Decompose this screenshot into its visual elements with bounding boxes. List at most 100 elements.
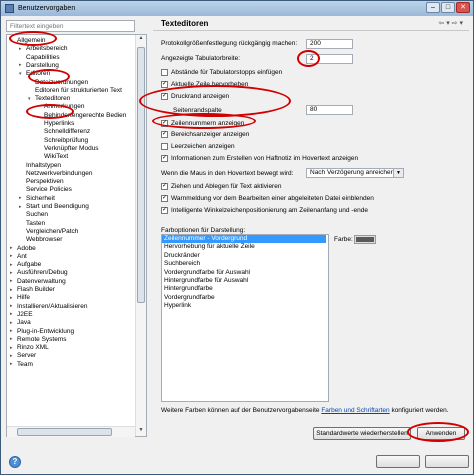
color-option-item[interactable]: Hyperlink: [162, 302, 328, 310]
tree-item[interactable]: J2EE: [17, 311, 33, 319]
tree-item[interactable]: WikiText: [44, 153, 68, 161]
tree-item[interactable]: Installieren/Aktualisieren: [17, 303, 87, 311]
tree-item[interactable]: Netzwerkverbindungen: [26, 170, 92, 178]
collapsed-arrow-icon[interactable]: ▸: [10, 295, 15, 301]
color-option-item[interactable]: Zeilennummer - Vordergrund: [162, 235, 326, 244]
tree-item[interactable]: Editoren für strukturierten Text: [35, 87, 122, 95]
tree-item[interactable]: Perspektiven: [26, 178, 64, 186]
tree-item[interactable]: Plug-in-Entwicklung: [17, 328, 74, 336]
minimize-button[interactable]: –: [426, 2, 440, 13]
tree-item[interactable]: Sicherheit: [26, 195, 55, 203]
colors-and-fonts-link[interactable]: Farben und Schriftarten: [321, 407, 389, 414]
collapsed-arrow-icon[interactable]: ▸: [10, 287, 15, 293]
tree-item[interactable]: Allgemein: [17, 37, 46, 45]
scroll-up-icon[interactable]: ▲: [137, 35, 145, 44]
collapsed-arrow-icon[interactable]: ▸: [10, 353, 15, 359]
tree-item[interactable]: Schreibprüfung: [44, 137, 88, 145]
tree-item[interactable]: Anmerkungen: [44, 103, 84, 111]
filter-input[interactable]: [6, 20, 135, 32]
collapsed-arrow-icon[interactable]: ▸: [10, 362, 15, 367]
color-option-item[interactable]: Vordergrundfarbe: [162, 294, 328, 302]
tree-item[interactable]: Darstellung: [26, 62, 59, 70]
checkbox[interactable]: ✓: [161, 93, 168, 100]
collapsed-arrow-icon[interactable]: ▸: [10, 337, 15, 342]
expanded-arrow-icon[interactable]: ▾: [19, 71, 24, 77]
expanded-arrow-icon[interactable]: ▾: [10, 38, 15, 44]
tree-item[interactable]: Arbeitsbereich: [26, 45, 68, 53]
color-option-item[interactable]: Hintergrundfarbe für Auswahl: [162, 277, 328, 285]
tree-item[interactable]: Schnelldifferenz: [44, 128, 90, 136]
tree-item[interactable]: Ausführen/Debug: [17, 269, 68, 277]
expanded-arrow-icon[interactable]: ▾: [28, 96, 33, 102]
checkbox[interactable]: ✓: [161, 183, 168, 190]
tree-item[interactable]: Rinzo XML: [17, 344, 49, 352]
tree-item[interactable]: Hyperlinks: [44, 120, 74, 128]
drag-drop-checkbox[interactable]: ✓ Ziehen und Ablegen für Text aktivieren: [161, 183, 281, 190]
tree-item[interactable]: Remote Systems: [17, 336, 67, 344]
tree-item[interactable]: Service Policies: [26, 186, 72, 194]
page-navigation[interactable]: ⇦ ▾ ⇨ ▾: [438, 19, 463, 27]
color-options-list[interactable]: Zeilennummer - Vordergrund Hervorhebung f…: [161, 234, 329, 402]
chevron-down-icon[interactable]: ▼: [393, 169, 403, 177]
collapsed-arrow-icon[interactable]: ▸: [10, 320, 15, 326]
maximize-button[interactable]: □: [441, 2, 455, 13]
collapsed-arrow-icon[interactable]: ▸: [19, 46, 24, 52]
show-hover-info-checkbox[interactable]: ✓ Informationen zum Erstellen von Haftnot…: [161, 155, 358, 162]
tree-vertical-scrollbar[interactable]: ▲ ▼: [135, 35, 146, 436]
collapsed-arrow-icon[interactable]: ▸: [19, 63, 24, 68]
tree-item[interactable]: Webbrowser: [26, 236, 62, 244]
warn-derived-file-checkbox[interactable]: ✓ Warnmeldung vor dem Bearbeiten einer ab…: [161, 195, 374, 202]
tree-item[interactable]: Vergleichen/Patch: [26, 228, 78, 236]
ok-button[interactable]: [376, 455, 420, 468]
color-option-item[interactable]: Vordergrundfarbe für Auswahl: [162, 269, 328, 277]
collapsed-arrow-icon[interactable]: ▸: [10, 345, 15, 351]
preferences-tree[interactable]: ▾ Allgemein ▸ Arbeitsbereich Capabilities ▸ Da…: [6, 34, 147, 437]
tree-item[interactable]: Behindertengerechte Bedien: [44, 112, 126, 120]
collapsed-arrow-icon[interactable]: ▸: [10, 279, 15, 284]
apply-button[interactable]: Anwenden: [417, 427, 465, 440]
color-option-item[interactable]: Hervorhebung für aktuelle Zeile: [162, 243, 328, 251]
checkbox[interactable]: ✓: [161, 207, 168, 214]
tree-item[interactable]: Texteditoren: [35, 95, 70, 103]
spaces-for-tabs-checkbox[interactable]: Abstände für Tabulatorstopps einfügen: [161, 69, 282, 76]
collapsed-arrow-icon[interactable]: ▸: [10, 304, 15, 309]
checkbox[interactable]: ✓: [161, 81, 168, 88]
collapsed-arrow-icon[interactable]: ▸: [19, 196, 24, 201]
show-line-numbers-checkbox[interactable]: ✓ Zeilennummern anzeigen: [161, 120, 244, 127]
collapsed-arrow-icon[interactable]: ▸: [10, 329, 15, 334]
tree-item[interactable]: Verknüpfter Modus: [44, 145, 99, 153]
scroll-down-icon[interactable]: ▼: [137, 427, 145, 436]
tree-item[interactable]: Hilfe: [17, 294, 30, 302]
hover-behavior-select[interactable]: Nach Verzögerung anreichern ▼: [306, 168, 404, 178]
color-option-item[interactable]: Hintergrundfarbe: [162, 285, 328, 293]
restore-defaults-button[interactable]: Standardwerte wiederherstellen: [313, 427, 411, 440]
tree-item[interactable]: Suchen: [26, 211, 48, 219]
forward-arrow-icon[interactable]: ⇨ ▾: [452, 20, 463, 27]
color-option-item[interactable]: Druckränder: [162, 252, 328, 260]
collapsed-arrow-icon[interactable]: ▸: [10, 246, 15, 251]
checkbox[interactable]: ✓: [161, 155, 168, 162]
collapsed-arrow-icon[interactable]: ▸: [19, 204, 24, 210]
tree-item[interactable]: Tasten: [26, 220, 45, 228]
tree-item[interactable]: Team: [17, 361, 33, 369]
tree-item[interactable]: Dateizuordnungen: [35, 79, 88, 87]
show-whitespace-checkbox[interactable]: Leerzeichen anzeigen: [161, 143, 235, 150]
highlight-current-line-checkbox[interactable]: ✓ Aktuelle Zeile hervorheben: [161, 81, 248, 88]
tree-item[interactable]: Java: [17, 319, 31, 327]
print-margin-column-input[interactable]: 80: [306, 105, 353, 115]
tree-item[interactable]: Capabilities: [26, 54, 60, 62]
help-icon[interactable]: ?: [9, 456, 21, 468]
checkbox[interactable]: ✓: [161, 195, 168, 202]
checkbox[interactable]: ✓: [161, 120, 168, 127]
tree-item[interactable]: Ant: [17, 253, 27, 261]
show-print-margin-checkbox[interactable]: ✓ Druckrand anzeigen: [161, 93, 229, 100]
smart-caret-checkbox[interactable]: ✓ Intelligente Winkelzeichenpositionierun…: [161, 207, 368, 214]
color-picker-button[interactable]: [354, 235, 376, 244]
collapsed-arrow-icon[interactable]: ▸: [10, 312, 15, 317]
checkbox[interactable]: ✓: [161, 131, 168, 138]
color-option-item[interactable]: Suchbereich: [162, 260, 328, 268]
tab-width-input[interactable]: 2: [306, 54, 353, 64]
collapsed-arrow-icon[interactable]: ▸: [10, 254, 15, 259]
undo-history-input[interactable]: 200: [306, 39, 353, 49]
tree-item[interactable]: Start und Beendigung: [26, 203, 89, 211]
